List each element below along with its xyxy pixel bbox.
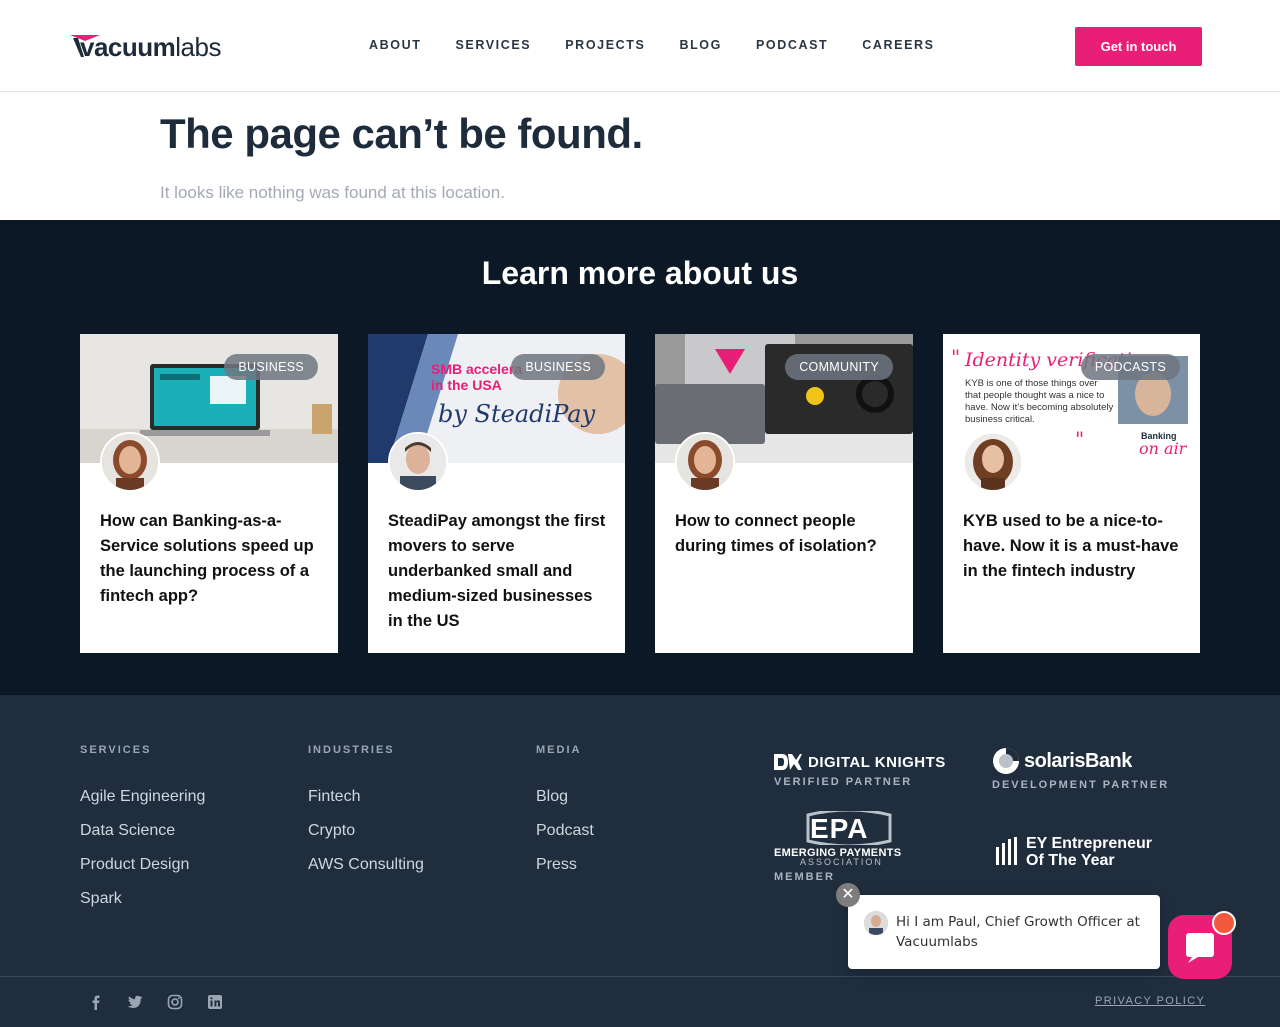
svg-text:": " [951,345,960,369]
category-tag[interactable]: PODCASTS [1080,354,1180,380]
instagram-icon[interactable] [167,994,183,1010]
image-text: KYB is one of those things over that peo… [965,378,1114,425]
ey-partner[interactable]: EY Entrepreneur Of The Year [994,835,1152,869]
footer-link[interactable]: Product Design [80,856,205,874]
footer-link[interactable]: Data Science [80,822,205,840]
notification-dot [1212,911,1236,935]
chat-message-bubble[interactable]: Hi I am Paul, Chief Growth Officer at Va… [848,895,1160,969]
article-card[interactable]: SMB accelera in the USA by SteadiPay BUS… [368,334,625,653]
category-tag[interactable]: BUSINESS [511,354,605,380]
chat-message-text: Hi I am Paul, Chief Growth Officer at Va… [896,914,1140,950]
get-in-touch-button[interactable]: Get in touch [1075,27,1202,66]
person-avatar-icon [864,911,888,935]
learn-more-section: Learn more about us BUSINESS How can Ban… [0,220,1280,695]
card-title[interactable]: KYB used to be a nice-to-have. Now it is… [963,509,1181,584]
author-avatar [100,432,160,492]
epa-partner[interactable]: EPA EMERGING PAYMENTS ASSOCIATION MEMBER [774,811,924,883]
footer-media: MEDIA Blog Podcast Press [536,744,594,890]
digital-knights-partner[interactable]: DIGITAL KNIGHTS VERIFIED PARTNER [774,752,946,788]
epa-logo: EPA EMERGING PAYMENTS ASSOCIATION [774,811,924,867]
privacy-policy-link[interactable]: PRIVACY POLICY [1095,995,1205,1007]
image-text: SMB accelera [431,361,522,377]
ey-logo-icon [996,837,1017,865]
nav-projects[interactable]: PROJECTS [565,38,645,52]
close-icon[interactable]: ✕ [836,883,860,907]
person-avatar-icon [965,434,1021,490]
section-title: Learn more about us [481,255,799,291]
svg-text:": " [1075,427,1084,451]
article-card[interactable]: BUSINESS How can Banking-as-a-Service so… [80,334,338,653]
partner-label: VERIFIED PARTNER [774,776,913,788]
footer-heading: SERVICES [80,744,152,756]
partner-name: Of The Year [1026,852,1115,869]
vacuumlabs-logo[interactable]: vacuumlabs [70,32,221,62]
footer-link[interactable]: Fintech [308,788,424,806]
partner-label: MEMBER [774,871,835,883]
logo-text-light: labs [175,32,221,62]
site-footer: SERVICES Agile Engineering Data Science … [0,695,1280,1027]
digital-knights-logo-icon [774,754,802,770]
twitter-icon[interactable] [127,994,143,1010]
footer-heading: MEDIA [536,744,582,756]
card-title[interactable]: SteadiPay amongst the first movers to se… [388,509,606,634]
footer-link[interactable]: Podcast [536,822,594,840]
solarisbank-logo-icon [993,748,1019,774]
linkedin-icon[interactable] [207,994,223,1010]
epa-mark: EPA [810,813,869,844]
chat-agent-avatar [864,911,888,935]
facebook-icon[interactable] [88,994,104,1010]
author-avatar [388,432,448,492]
nav-services[interactable]: SERVICES [455,38,531,52]
image-text: in the USA [431,377,502,393]
article-card[interactable]: " Identity verificati KYB is one of thos… [943,334,1200,653]
footer-link[interactable]: AWS Consulting [308,856,424,874]
card-title[interactable]: How to connect people during times of is… [675,509,893,559]
partner-sub: ASSOCIATION [800,857,883,867]
partner-name: DIGITAL KNIGHTS [808,753,946,771]
footer-link[interactable]: Spark [80,890,205,908]
author-avatar [963,432,1023,492]
person-avatar-icon [390,434,446,490]
partner-label: DEVELOPMENT PARTNER [992,779,1170,791]
page-subtitle: It looks like nothing was found at this … [160,183,505,202]
partner-name: EY Entrepreneur [1026,835,1152,852]
footer-link[interactable]: Agile Engineering [80,788,205,806]
footer-link[interactable]: Press [536,856,594,874]
solarisbank-partner[interactable]: solarisBank DEVELOPMENT PARTNER [992,747,1169,791]
footer-link[interactable]: Crypto [308,822,424,840]
category-tag[interactable]: COMMUNITY [785,354,893,380]
card-title[interactable]: How can Banking-as-a-Service solutions s… [100,509,318,609]
article-card[interactable]: COMMUNITY How to connect people during t… [655,334,913,653]
page-title: The page can’t be found. [160,110,643,157]
nav-careers[interactable]: CAREERS [862,38,934,52]
author-avatar [675,432,735,492]
main-nav: ABOUT SERVICES PROJECTS BLOG PODCAST CAR… [369,38,969,52]
nav-podcast[interactable]: PODCAST [756,38,828,52]
image-text: by SteadiPay [438,400,596,428]
site-header: vacuumlabs ABOUT SERVICES PROJECTS BLOG … [0,0,1280,92]
person-avatar-icon [677,434,733,490]
footer-services: SERVICES Agile Engineering Data Science … [80,744,205,924]
nav-about[interactable]: ABOUT [369,38,421,52]
person-avatar-icon [102,434,158,490]
nav-blog[interactable]: BLOG [679,38,722,52]
image-text: on air [1139,439,1188,458]
footer-industries: INDUSTRIES Fintech Crypto AWS Consulting [308,744,424,890]
partner-name: solarisBank [1024,749,1132,772]
footer-divider [0,976,1280,977]
logo-mark-icon [70,35,100,57]
category-tag[interactable]: BUSINESS [224,354,318,380]
footer-link[interactable]: Blog [536,788,594,806]
footer-heading: INDUSTRIES [308,744,395,756]
